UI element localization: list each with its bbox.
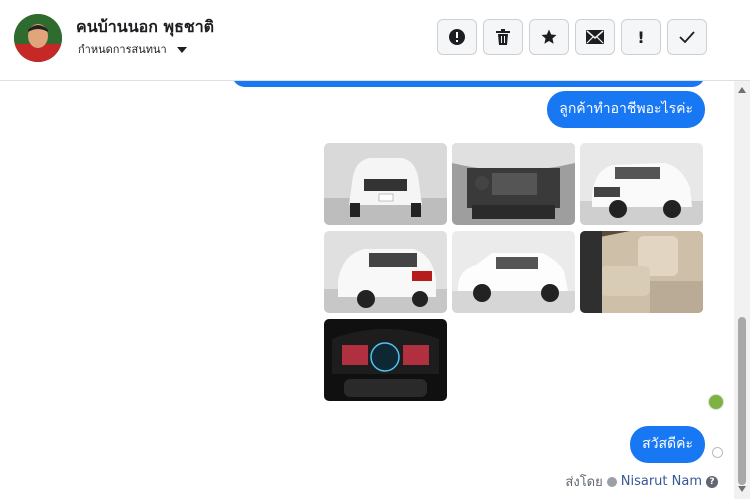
- contact-avatar[interactable]: [14, 14, 62, 62]
- exclamation-icon: !: [637, 27, 645, 47]
- photo-thumbnail-side[interactable]: [452, 231, 575, 313]
- scrollbar-thumb[interactable]: [738, 317, 746, 485]
- help-icon[interactable]: ?: [706, 475, 718, 488]
- assign-label: กำหนดการสนทนา: [78, 43, 167, 56]
- photo-thumbnail-engine[interactable]: [452, 143, 575, 225]
- envelope-icon: [586, 30, 604, 44]
- sent-by-label: ส่งโดย: [565, 475, 603, 490]
- sender-name-link[interactable]: Nisarut Nam: [621, 474, 702, 489]
- photo-thumbnail-interior[interactable]: [580, 231, 703, 313]
- caret-down-icon: [176, 46, 187, 53]
- scroll-down-arrow-icon[interactable]: [738, 486, 746, 492]
- checkmark-icon: [679, 31, 695, 43]
- message-bubble[interactable]: สวัสดีค่ะ: [630, 426, 705, 463]
- follow-up-button[interactable]: !: [621, 19, 661, 55]
- sent-status-icon: [712, 447, 723, 458]
- star-icon: [541, 29, 557, 44]
- conversation-header: คนบ้านนอก พุธชาติ กำหนดการสนทนา !: [0, 0, 750, 81]
- star-button[interactable]: [529, 19, 569, 55]
- previous-message-bubble: [232, 81, 705, 87]
- action-toolbar: !: [437, 19, 707, 55]
- photo-thumbnail-dashboard[interactable]: [324, 319, 447, 401]
- message-thread[interactable]: ลูกค้าทำอาชีพอะไรค่ะ สวัสดีค่ะ ส่งโดย Ni…: [0, 81, 734, 499]
- reader-avatar: [708, 394, 724, 410]
- contact-name[interactable]: คนบ้านนอก พุธชาติ: [76, 15, 214, 40]
- photo-thumbnail-front[interactable]: [324, 143, 447, 225]
- assign-conversation-dropdown[interactable]: กำหนดการสนทนา: [78, 40, 187, 58]
- message-bubble[interactable]: ลูกค้าทำอาชีพอะไรค่ะ: [547, 91, 705, 128]
- sent-by-line: ส่งโดย Nisarut Nam ?: [565, 471, 718, 492]
- alert-circle-icon: [449, 29, 465, 45]
- photo-thumbnail-front-side[interactable]: [580, 143, 703, 225]
- photo-thumbnail-rear[interactable]: [324, 231, 447, 313]
- verified-icon: [606, 476, 617, 487]
- chat-scrollbar[interactable]: [734, 81, 750, 499]
- report-spam-button[interactable]: [437, 19, 477, 55]
- mark-unread-button[interactable]: [575, 19, 615, 55]
- mark-done-button[interactable]: [667, 19, 707, 55]
- scroll-up-arrow-icon[interactable]: [738, 87, 746, 93]
- delete-button[interactable]: [483, 19, 523, 55]
- trash-icon: [496, 29, 510, 45]
